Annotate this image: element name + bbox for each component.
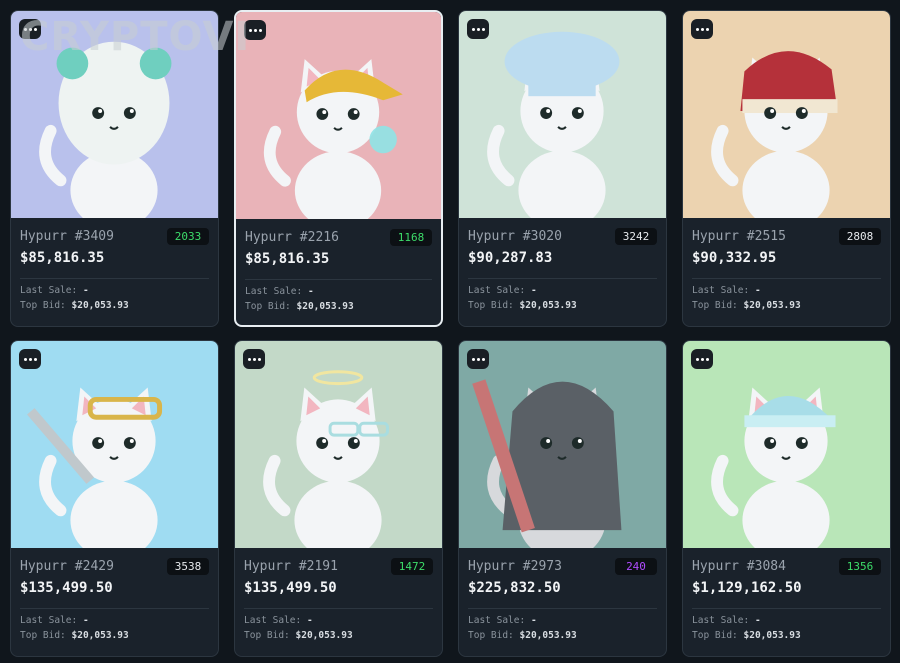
top-bid-label: Top Bid: [245,301,291,312]
last-sale-label: Last Sale: [468,285,526,296]
last-sale-label: Last Sale: [244,615,302,626]
nft-price: $1,129,162.50 [692,580,802,596]
nft-card[interactable]: Hypurr #2973 240 $225,832.50 Last Sale: … [458,340,667,657]
nft-name: Hypurr #3084 [692,558,786,574]
nft-name: Hypurr #2515 [692,228,786,244]
rarity-rank-badge: 3242 [615,227,657,245]
nft-artwork[interactable] [236,12,441,219]
nft-artwork[interactable] [235,341,442,548]
more-options-button[interactable] [467,349,489,369]
nft-artwork[interactable] [683,11,890,218]
last-sale-value: - [530,285,537,296]
nft-name: Hypurr #3409 [20,228,114,244]
rarity-rank-badge: 2033 [167,227,209,245]
rarity-rank-badge: 1168 [390,228,432,246]
nft-price: $90,332.95 [692,250,777,266]
rarity-rank-badge: 1472 [391,557,433,575]
hooded-cloak-icon [472,379,622,548]
last-sale-value: - [754,285,761,296]
more-options-button[interactable] [467,19,489,39]
last-sale-value: - [82,615,89,626]
last-sale-label: Last Sale: [245,286,303,297]
divider [244,608,433,609]
top-bid-label: Top Bid: [468,300,514,311]
nft-price: $225,832.50 [468,580,561,596]
top-bid-value: $20,053.93 [295,630,353,641]
top-bid-label: Top Bid: [20,300,66,311]
top-bid-label: Top Bid: [692,300,738,311]
last-sale-label: Last Sale: [468,615,526,626]
nft-name: Hypurr #2216 [245,229,339,245]
nft-artwork[interactable] [11,341,218,548]
last-sale-label: Last Sale: [692,285,750,296]
more-options-button[interactable] [19,349,41,369]
nft-name: Hypurr #3020 [468,228,562,244]
nft-artwork[interactable] [459,341,666,548]
top-bid-label: Top Bid: [244,630,290,641]
top-bid-label: Top Bid: [468,630,514,641]
top-bid-value: $20,053.93 [71,630,129,641]
nft-card[interactable]: Hypurr #2191 1472 $135,499.50 Last Sale:… [234,340,443,657]
top-bid-value: $20,053.93 [743,630,801,641]
top-bid-label: Top Bid: [20,630,66,641]
nft-card[interactable]: Hypurr #2515 2808 $90,332.95 Last Sale: … [682,10,891,327]
divider [468,278,657,279]
nft-name: Hypurr #2191 [244,558,338,574]
top-bid-label: Top Bid: [692,630,738,641]
more-options-button[interactable] [243,349,265,369]
divider [20,278,209,279]
yellow-cap-icon [263,59,403,219]
nft-price: $85,816.35 [20,250,105,266]
panda-hood-icon [39,41,172,218]
chef-hat-icon [487,31,620,218]
divider [692,608,881,609]
last-sale-label: Last Sale: [20,285,78,296]
nft-name: Hypurr #2429 [20,558,114,574]
divider [245,279,432,280]
rarity-rank-badge: 3538 [167,557,209,575]
top-bid-value: $20,053.93 [71,300,129,311]
rarity-rank-badge: 1356 [839,557,881,575]
more-options-button[interactable] [691,19,713,39]
rarity-rank-badge: 2808 [839,227,881,245]
nft-card[interactable]: Hypurr #2429 3538 $135,499.50 Last Sale:… [10,340,219,657]
nft-card[interactable]: Hypurr #3020 3242 $90,287.83 Last Sale: … [458,10,667,327]
divider [468,608,657,609]
goggles-icon [27,387,163,548]
red-hat-icon [711,51,838,218]
last-sale-value: - [530,615,537,626]
top-bid-value: $20,053.93 [743,300,801,311]
nft-price: $85,816.35 [245,251,330,267]
last-sale-label: Last Sale: [20,615,78,626]
nft-name: Hypurr #2973 [468,558,562,574]
top-bid-value: $20,053.93 [296,301,354,312]
rarity-rank-badge: 240 [615,557,657,575]
beanie-icon [711,387,836,548]
nft-artwork[interactable] [459,11,666,218]
nft-card[interactable]: Hypurr #3084 1356 $1,129,162.50 Last Sal… [682,340,891,657]
nft-card[interactable]: Hypurr #2216 1168 $85,816.35 Last Sale: … [234,10,443,327]
nft-price: $90,287.83 [468,250,553,266]
nft-price: $135,499.50 [20,580,113,596]
nft-grid: Hypurr #3409 2033 $85,816.35 Last Sale: … [10,10,891,657]
divider [20,608,209,609]
more-options-button[interactable] [691,349,713,369]
last-sale-value: - [306,615,313,626]
halo-icon [263,370,390,548]
last-sale-value: - [307,286,314,297]
top-bid-value: $20,053.93 [519,630,577,641]
more-options-button[interactable] [244,20,266,40]
more-options-button[interactable] [19,19,41,39]
last-sale-label: Last Sale: [692,615,750,626]
nft-card[interactable]: Hypurr #3409 2033 $85,816.35 Last Sale: … [10,10,219,327]
last-sale-value: - [754,615,761,626]
last-sale-value: - [82,285,89,296]
divider [692,278,881,279]
top-bid-value: $20,053.93 [519,300,577,311]
nft-artwork[interactable] [11,11,218,218]
nft-artwork[interactable] [683,341,890,548]
nft-price: $135,499.50 [244,580,337,596]
